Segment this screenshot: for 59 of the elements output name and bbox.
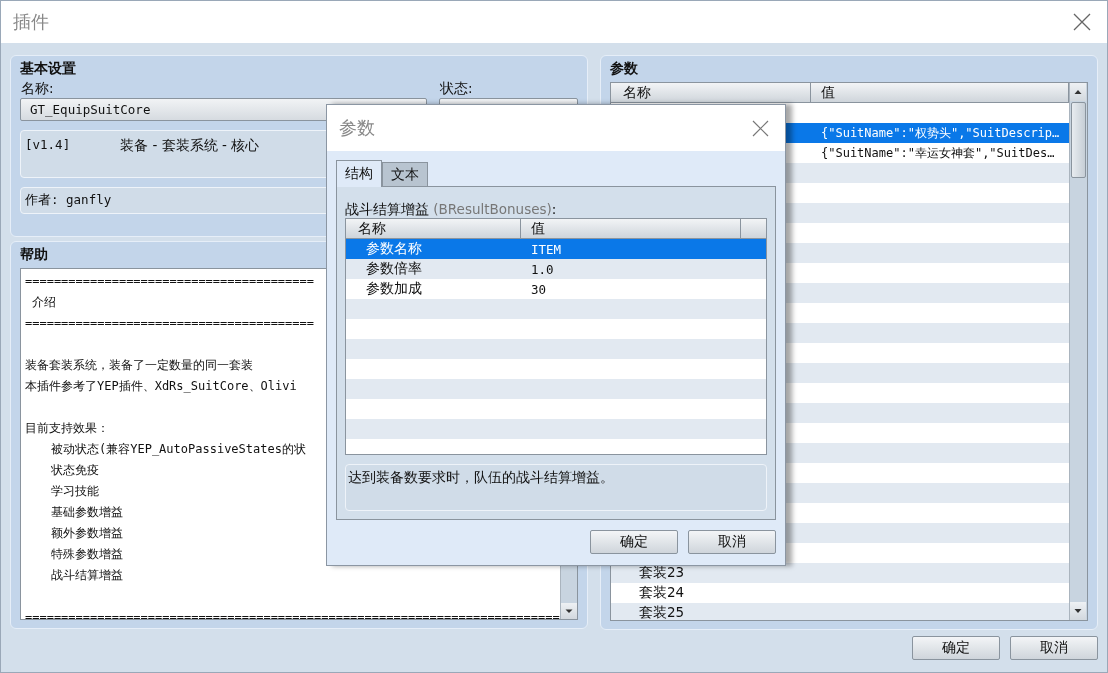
parameter-name: 套装24 xyxy=(639,584,685,600)
dialog-button[interactable]: 取消 xyxy=(688,530,776,554)
status-label: 状态: xyxy=(439,80,473,98)
parameter-name: 套装23 xyxy=(639,564,685,580)
author-text: 作者: ganfly xyxy=(25,192,112,209)
structure-row[interactable]: 参数倍率 1.0 xyxy=(346,259,766,279)
close-icon[interactable] xyxy=(1073,13,1091,31)
help-text-line: 被动状态(兼容YEP_AutoPassiveStates的状 xyxy=(51,442,306,456)
panel-title: 帮助 xyxy=(20,246,48,264)
field-value: ITEM xyxy=(531,242,562,257)
tab[interactable]: 文本 xyxy=(382,162,428,186)
field-value: 1.0 xyxy=(531,262,554,277)
field-label: 战斗结算增益 xyxy=(345,201,429,217)
field-value: 30 xyxy=(531,282,547,297)
panel-title: 基本设置 xyxy=(20,60,76,78)
field-key: (BResultBonuses) xyxy=(433,201,552,217)
help-text-line: 本插件参考了YEP插件、XdRs_SuitCore、Olivi xyxy=(25,379,297,393)
dialog-button[interactable]: 取消 xyxy=(1010,636,1098,660)
column-header[interactable]: 名称 xyxy=(346,219,521,239)
help-text-line: ======================================== xyxy=(25,316,314,330)
structure-row[interactable]: 参数名称 ITEM xyxy=(346,239,766,259)
description-text: 装备 - 套装系统 - 核心 xyxy=(120,137,260,155)
tab[interactable]: 结构 xyxy=(336,160,382,187)
parameter-value: {"SuitName":"权势头","SuitDescrip… xyxy=(821,126,1060,140)
version-text: [v1.4] xyxy=(25,137,71,152)
help-text-line: 额外参数增益 xyxy=(51,526,123,540)
description-text: 达到装备数要求时，队伍的战斗结算增益。 xyxy=(348,468,614,485)
dialog-button[interactable]: 确定 xyxy=(912,636,1000,660)
scrollbar[interactable] xyxy=(1069,83,1087,620)
help-text-line: 状态免疫 xyxy=(51,463,99,477)
help-text-line: ======================================== xyxy=(25,274,314,288)
parameter-name: 套装25 xyxy=(639,604,685,620)
help-text-line: 装备套装系统，装备了一定数量的同一套装 xyxy=(25,358,253,372)
window-title: 插件 xyxy=(13,10,49,34)
column-header[interactable]: 名称 xyxy=(611,83,811,103)
parameter-value: {"SuitName":"幸运女神套","SuitDes… xyxy=(821,146,1055,160)
column-header[interactable]: 值 xyxy=(521,219,741,239)
help-text-line: 目前支持效果： xyxy=(25,421,109,435)
help-text-line: 学习技能 xyxy=(51,484,99,498)
scroll-down-icon[interactable] xyxy=(1070,602,1086,620)
help-text-line: 基础参数增益 xyxy=(51,505,123,519)
help-text-line: 战斗结算增益 xyxy=(51,568,123,582)
help-text-line: 介绍 xyxy=(31,295,57,309)
column-header[interactable]: 值 xyxy=(811,83,1069,103)
scroll-thumb[interactable] xyxy=(1071,102,1086,178)
field-name: 参数名称 xyxy=(366,240,422,256)
scroll-down-icon[interactable] xyxy=(561,603,577,619)
parameter-row[interactable]: 套装23 xyxy=(611,563,1069,583)
scroll-up-icon[interactable] xyxy=(1070,83,1086,101)
panel-title: 参数 xyxy=(610,60,638,78)
field-colon: : xyxy=(551,201,557,217)
field-name: 参数加成 xyxy=(366,280,422,296)
help-text-line: ========================================================================== xyxy=(25,610,560,619)
name-label: 名称: xyxy=(20,80,54,98)
help-text-line: 特殊参数增益 xyxy=(51,547,123,561)
parameter-row[interactable]: 套装25 xyxy=(611,603,1069,620)
field-name: 参数倍率 xyxy=(366,260,422,276)
dialog-button[interactable]: 确定 xyxy=(590,530,678,554)
close-icon[interactable] xyxy=(752,119,769,137)
